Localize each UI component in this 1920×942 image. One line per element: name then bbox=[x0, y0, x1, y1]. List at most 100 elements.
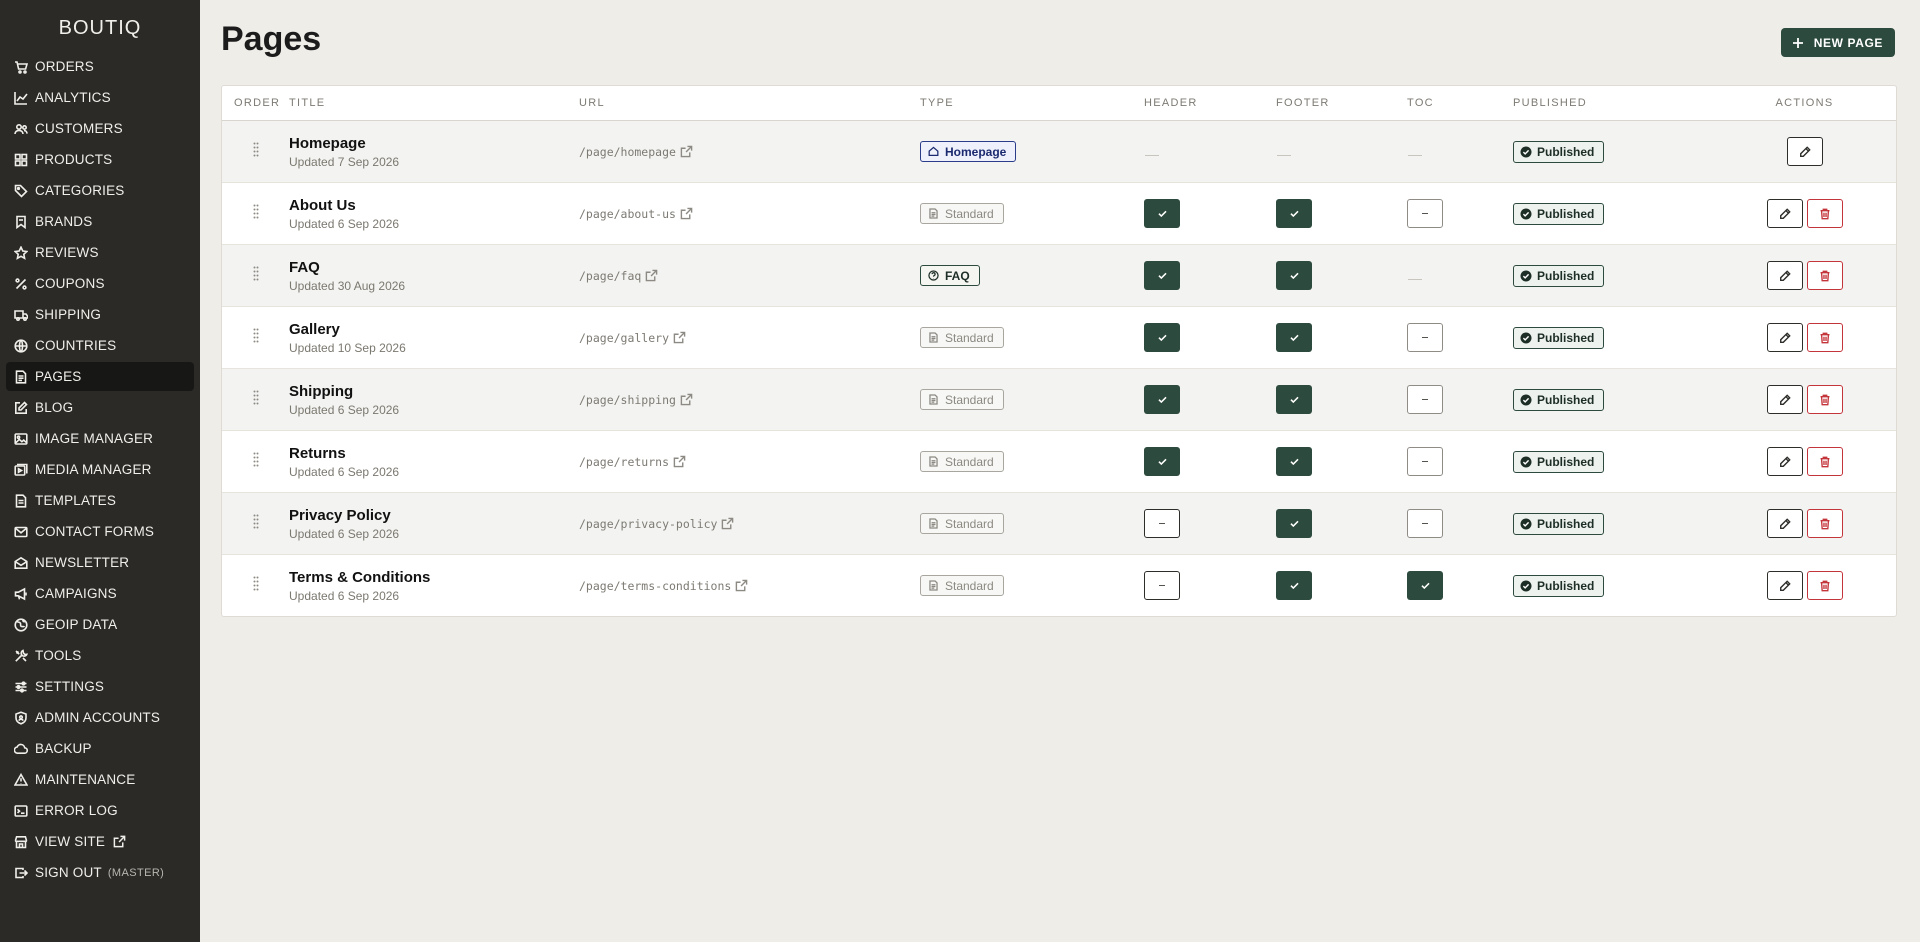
page-title-cell[interactable]: Homepage bbox=[289, 135, 579, 153]
col-url-header[interactable]: URL bbox=[579, 97, 920, 109]
page-title-cell[interactable]: Terms & Conditions bbox=[289, 569, 579, 587]
header-toggle-on[interactable] bbox=[1144, 447, 1180, 476]
drag-handle-icon[interactable] bbox=[253, 142, 259, 162]
drag-handle-icon[interactable] bbox=[253, 514, 259, 534]
published-status-badge[interactable]: Published bbox=[1513, 450, 1605, 473]
page-url-link[interactable]: /page/terms-conditions bbox=[579, 579, 920, 593]
toc-toggle-off[interactable] bbox=[1407, 385, 1443, 414]
table-row[interactable]: Terms & Conditions Updated 6 Sep 2026/pag… bbox=[222, 555, 1896, 616]
drag-handle-icon[interactable] bbox=[253, 390, 259, 410]
table-row[interactable]: Returns Updated 6 Sep 2026/page/returns St… bbox=[222, 431, 1896, 493]
footer-toggle-on[interactable] bbox=[1276, 199, 1312, 228]
footer-toggle-on[interactable] bbox=[1276, 509, 1312, 538]
footer-toggle-on[interactable] bbox=[1276, 385, 1312, 414]
published-status-badge[interactable]: Published bbox=[1513, 140, 1605, 163]
footer-toggle-on[interactable] bbox=[1276, 447, 1312, 476]
page-url-link[interactable]: /page/homepage bbox=[579, 145, 920, 159]
col-type-header[interactable]: TYPE bbox=[920, 97, 1144, 109]
toc-toggle-off[interactable] bbox=[1407, 323, 1443, 352]
page-url-link[interactable]: /page/faq bbox=[579, 269, 920, 283]
delete-button[interactable] bbox=[1806, 385, 1843, 414]
sidebar-item-newsletter[interactable]: NEWSLETTER bbox=[6, 548, 194, 577]
sidebar-item-categories[interactable]: CATEGORIES bbox=[6, 176, 194, 205]
sidebar-item-templates[interactable]: TEMPLATES bbox=[6, 486, 194, 515]
sidebar-item-reviews[interactable]: REVIEWS bbox=[6, 238, 194, 267]
footer-toggle-on[interactable] bbox=[1276, 571, 1312, 600]
published-status-badge[interactable]: Published bbox=[1513, 388, 1605, 411]
page-title-cell[interactable]: Returns bbox=[289, 445, 579, 463]
footer-toggle-on[interactable] bbox=[1276, 323, 1312, 352]
header-toggle-on[interactable] bbox=[1144, 385, 1180, 414]
table-row[interactable]: About Us Updated 6 Sep 2026/page/about-us… bbox=[222, 183, 1896, 245]
edit-button[interactable] bbox=[1766, 447, 1803, 476]
sidebar-item-error-log[interactable]: ERROR LOG bbox=[6, 796, 194, 825]
col-footer-header[interactable]: FOOTER bbox=[1276, 97, 1407, 109]
published-status-badge[interactable]: Published bbox=[1513, 326, 1605, 349]
delete-button[interactable] bbox=[1806, 323, 1843, 352]
sidebar-item-products[interactable]: PRODUCTS bbox=[6, 145, 194, 174]
new-page-button[interactable]: NEW PAGE bbox=[1780, 28, 1895, 57]
sidebar-item-customers[interactable]: CUSTOMERS bbox=[6, 114, 194, 143]
drag-handle-icon[interactable] bbox=[253, 266, 259, 286]
sidebar-item-coupons[interactable]: COUPONS bbox=[6, 269, 194, 298]
sidebar-item-campaigns[interactable]: CAMPAIGNS bbox=[6, 579, 194, 608]
page-url-link[interactable]: /page/about-us bbox=[579, 207, 920, 221]
edit-button[interactable] bbox=[1766, 385, 1803, 414]
page-url-link[interactable]: /page/privacy-policy bbox=[579, 517, 920, 531]
sidebar-item-shipping[interactable]: SHIPPING bbox=[6, 300, 194, 329]
delete-button[interactable] bbox=[1806, 261, 1843, 290]
sidebar-item-admin-accounts[interactable]: ADMIN ACCOUNTS bbox=[6, 703, 194, 732]
delete-button[interactable] bbox=[1806, 571, 1843, 600]
table-row[interactable]: Homepage Updated 7 Sep 2026/page/homepage… bbox=[222, 121, 1896, 183]
edit-button[interactable] bbox=[1786, 137, 1823, 166]
page-title-cell[interactable]: FAQ bbox=[289, 259, 579, 277]
sidebar-item-view-site[interactable]: VIEW SITE bbox=[6, 827, 194, 856]
brand-logo[interactable]: BOUTIQ bbox=[0, 0, 200, 44]
table-row[interactable]: Privacy Policy Updated 6 Sep 2026/page/pr… bbox=[222, 493, 1896, 555]
page-title-cell[interactable]: Gallery bbox=[289, 321, 579, 339]
toc-toggle-off[interactable] bbox=[1407, 199, 1443, 228]
page-url-link[interactable]: /page/returns bbox=[579, 455, 920, 469]
col-order-header[interactable]: ORDER bbox=[222, 97, 289, 109]
sidebar-item-media-manager[interactable]: MEDIA MANAGER bbox=[6, 455, 194, 484]
header-toggle-on[interactable] bbox=[1144, 261, 1180, 290]
toc-toggle-off[interactable] bbox=[1407, 447, 1443, 476]
table-row[interactable]: FAQ Updated 30 Aug 2026/page/faq FAQ Publis… bbox=[222, 245, 1896, 307]
col-header-header[interactable]: HEADER bbox=[1144, 97, 1276, 109]
page-url-link[interactable]: /page/shipping bbox=[579, 393, 920, 407]
table-row[interactable]: Gallery Updated 10 Sep 2026/page/gallery S… bbox=[222, 307, 1896, 369]
sidebar-item-settings[interactable]: SETTINGS bbox=[6, 672, 194, 701]
footer-toggle-on[interactable] bbox=[1276, 261, 1312, 290]
drag-handle-icon[interactable] bbox=[253, 452, 259, 472]
edit-button[interactable] bbox=[1766, 199, 1803, 228]
drag-handle-icon[interactable] bbox=[253, 328, 259, 348]
delete-button[interactable] bbox=[1806, 509, 1843, 538]
col-toc-header[interactable]: TOC bbox=[1407, 97, 1513, 109]
header-toggle-on[interactable] bbox=[1144, 323, 1180, 352]
page-url-link[interactable]: /page/gallery bbox=[579, 331, 920, 345]
col-published-header[interactable]: PUBLISHED bbox=[1513, 97, 1713, 109]
published-status-badge[interactable]: Published bbox=[1513, 264, 1605, 287]
published-status-badge[interactable]: Published bbox=[1513, 512, 1605, 535]
header-toggle-on[interactable] bbox=[1144, 199, 1180, 228]
header-toggle-off[interactable] bbox=[1144, 509, 1180, 538]
published-status-badge[interactable]: Published bbox=[1513, 202, 1605, 225]
delete-button[interactable] bbox=[1806, 199, 1843, 228]
edit-button[interactable] bbox=[1766, 323, 1803, 352]
edit-button[interactable] bbox=[1766, 261, 1803, 290]
sidebar-item-backup[interactable]: BACKUP bbox=[6, 734, 194, 763]
sidebar-item-sign-out[interactable]: SIGN OUT (MASTER) bbox=[6, 858, 194, 887]
header-toggle-off[interactable] bbox=[1144, 571, 1180, 600]
toc-toggle-off[interactable] bbox=[1407, 509, 1443, 538]
published-status-badge[interactable]: Published bbox=[1513, 574, 1605, 597]
col-title-header[interactable]: TITLE bbox=[289, 97, 579, 109]
sidebar-item-orders[interactable]: ORDERS bbox=[6, 52, 194, 81]
page-title-cell[interactable]: Privacy Policy bbox=[289, 507, 579, 525]
table-row[interactable]: Shipping Updated 6 Sep 2026/page/shipping… bbox=[222, 369, 1896, 431]
delete-button[interactable] bbox=[1806, 447, 1843, 476]
sidebar-item-brands[interactable]: BRANDS bbox=[6, 207, 194, 236]
sidebar-item-contact-forms[interactable]: CONTACT FORMS bbox=[6, 517, 194, 546]
toc-toggle-on[interactable] bbox=[1407, 571, 1443, 600]
edit-button[interactable] bbox=[1766, 571, 1803, 600]
sidebar-item-analytics[interactable]: ANALYTICS bbox=[6, 83, 194, 112]
